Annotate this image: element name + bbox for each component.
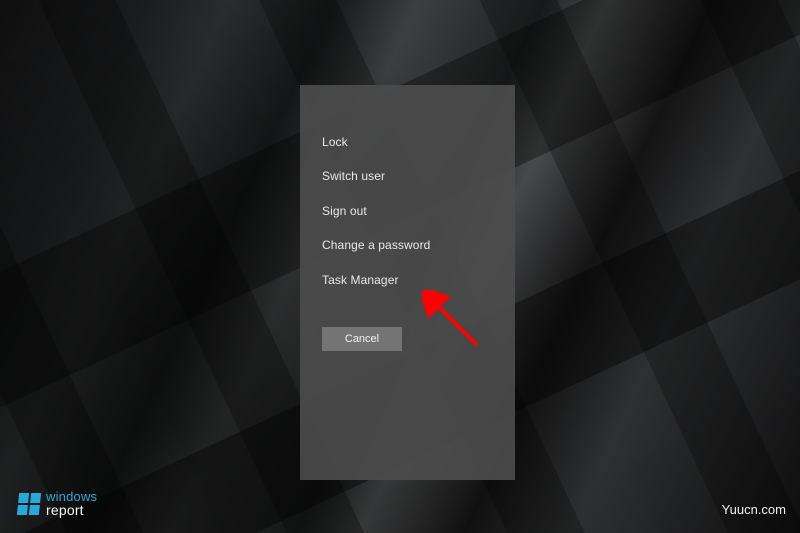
menu-item-lock[interactable]: Lock — [322, 135, 495, 149]
menu-item-switch-user[interactable]: Switch user — [322, 169, 495, 183]
menu-item-change-password[interactable]: Change a password — [322, 238, 495, 252]
cancel-button[interactable]: Cancel — [322, 327, 402, 351]
windows-security-options-dialog: Lock Switch user Sign out Change a passw… — [300, 85, 515, 480]
menu-item-sign-out[interactable]: Sign out — [322, 204, 495, 218]
security-menu-list: Lock Switch user Sign out Change a passw… — [322, 135, 495, 287]
menu-item-task-manager[interactable]: Task Manager — [322, 273, 495, 287]
